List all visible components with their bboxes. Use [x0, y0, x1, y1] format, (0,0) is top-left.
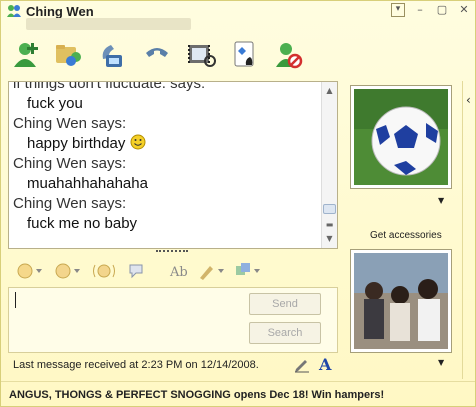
search-button[interactable]: Search: [249, 322, 321, 344]
send-button[interactable]: Send: [249, 293, 321, 315]
maximize-button[interactable]: ▢: [435, 3, 449, 17]
window-controls: ▾ – ▢ ✕: [391, 3, 471, 17]
minimize-button[interactable]: –: [413, 3, 427, 17]
text-format-icon[interactable]: A: [319, 355, 331, 374]
chat-window: Ching Wen ▾ – ▢ ✕ if things don't fluctu…: [0, 0, 476, 407]
scroll-down-arrow-icon[interactable]: ▼: [324, 234, 335, 244]
svg-text:Ab: Ab: [169, 265, 188, 280]
my-display-picture[interactable]: [350, 249, 452, 353]
add-contact-icon[interactable]: [9, 39, 41, 71]
contact-display-picture[interactable]: [350, 85, 452, 189]
advertisement-banner[interactable]: ANGUS, THONGS & PERFECT SNOGGING opens D…: [9, 389, 384, 401]
conversation-scrollbar[interactable]: ▲ ▬ ▼: [321, 82, 337, 248]
pane-splitter-handle[interactable]: [156, 250, 188, 254]
handwriting-pen-icon[interactable]: [293, 355, 311, 373]
sender-line: if things don't fluctuate. says:: [13, 81, 206, 92]
get-accessories-link[interactable]: Get accessories: [370, 230, 442, 241]
ad-divider: [1, 381, 475, 382]
wink-icon[interactable]: [54, 261, 80, 281]
sender-line: Ching Wen says:: [13, 115, 127, 132]
background-icon[interactable]: [198, 261, 224, 281]
sender-line: Ching Wen says:: [13, 155, 127, 172]
last-message-status: Last message received at 2:23 PM on 12/1…: [13, 359, 259, 371]
title-bar: Ching Wen ▾ – ▢ ✕: [1, 1, 475, 35]
message-line: happy birthday: [13, 134, 318, 154]
picture-options-dropdown-icon[interactable]: ▼: [438, 196, 448, 205]
formatting-toolbar: Ab: [8, 257, 338, 285]
conversation-history[interactable]: if things don't fluctuate. says: fuck yo…: [8, 81, 338, 249]
block-icon[interactable]: [273, 39, 305, 71]
text-caret: [15, 292, 16, 308]
video-call-icon[interactable]: [97, 39, 129, 71]
messenger-icon: [7, 5, 21, 17]
sender-line: Ching Wen says:: [13, 195, 127, 212]
games-icon[interactable]: [229, 39, 261, 71]
emoticon-icon[interactable]: [16, 261, 42, 281]
close-button[interactable]: ✕: [457, 3, 471, 17]
window-menu-button[interactable]: ▾: [391, 3, 405, 17]
smiley-emoticon-icon: [130, 134, 146, 150]
sidebar-divider: [462, 81, 463, 379]
share-files-icon[interactable]: [53, 39, 85, 71]
scrollbar-thumb[interactable]: [323, 204, 336, 214]
soccer-ball-picture: [354, 89, 448, 185]
nudge-icon[interactable]: [92, 261, 116, 281]
message-line: fuck me no baby: [27, 215, 138, 232]
my-picture-options-dropdown-icon[interactable]: ▼: [438, 358, 448, 367]
main-toolbar: [1, 35, 475, 77]
contact-name-title: Ching Wen: [26, 4, 94, 19]
message-line: muahahhahahaha: [27, 175, 148, 192]
collapse-sidebar-icon[interactable]: ‹: [466, 93, 471, 107]
group-photo-picture: [354, 253, 448, 349]
scroll-more-icon[interactable]: ▬: [324, 220, 335, 230]
activities-icon[interactable]: [185, 39, 217, 71]
message-text: happy birthday: [27, 135, 126, 152]
handwriting-icon[interactable]: [234, 261, 260, 281]
message-line: fuck you: [27, 95, 83, 112]
voice-clip-icon[interactable]: [126, 261, 148, 281]
personal-message-redacted: [26, 18, 191, 30]
call-icon[interactable]: [141, 39, 173, 71]
font-icon[interactable]: Ab: [168, 261, 190, 281]
conversation-lines: if things don't fluctuate. says: fuck yo…: [13, 81, 318, 234]
scroll-up-arrow-icon[interactable]: ▲: [324, 86, 335, 96]
